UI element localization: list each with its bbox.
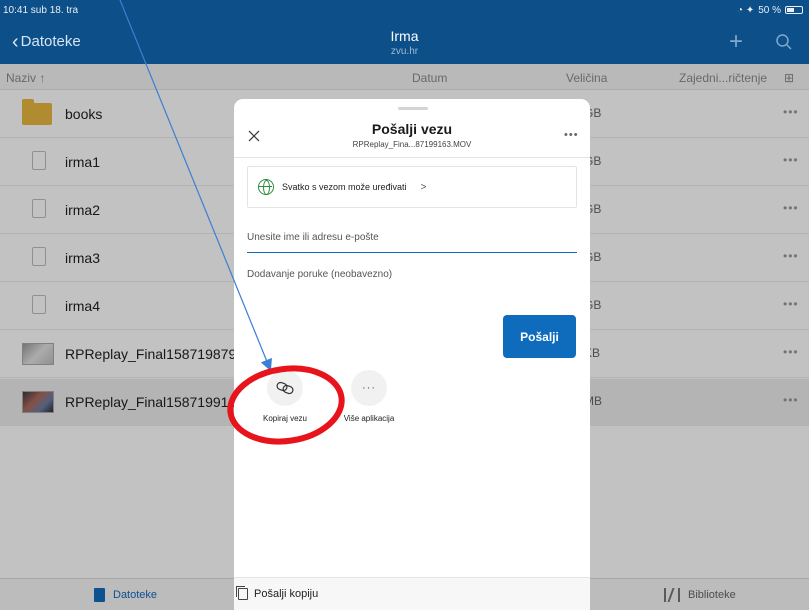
copy-link-button[interactable]: Kopiraj vezu [250,370,320,423]
search-icon[interactable] [775,33,793,51]
message-input[interactable]: Dodavanje poruke (neobavezno) [247,269,577,289]
globe-icon [258,179,274,195]
more-apps-button[interactable]: ··· Više aplikacija [334,370,404,423]
page-subtitle: zvu.hr [390,46,419,57]
wifi-icon: ◔ ✦ [737,4,755,16]
send-button[interactable]: Pošalji [503,315,576,358]
link-icon [267,370,303,406]
navigation-bar: ‹ Datoteke Irma zvu.hr + [0,20,809,64]
divider [234,157,590,158]
sheet-title: Pošalji vezu [371,121,453,137]
status-indicators: ◔ ✦ 50 % [737,5,803,16]
ellipsis-icon: ··· [351,370,387,406]
share-sheet: Pošalji vezu RPReplay_Fina...87199163.MO… [234,99,590,610]
recipient-input[interactable]: Unesite ime ili adresu e-pošte [247,229,577,253]
permission-label: Svatko s vezom može uređivati [282,182,407,192]
battery-label: 50 % [758,4,781,16]
sheet-grabber[interactable] [398,107,428,110]
page-title: Irma [390,28,419,44]
copy-icon [236,586,248,600]
add-icon[interactable]: + [729,28,743,56]
sheet-file-name: RPReplay_Fina...87199163.MOV [352,140,472,149]
status-bar: 10:41 sub 18. tra ◔ ✦ 50 % [0,0,809,20]
link-permission-setting[interactable]: Svatko s vezom može uređivati > [247,166,577,208]
more-apps-label: Više aplikacija [343,414,395,423]
send-copy-button[interactable]: Pošalji kopiju [234,577,590,610]
battery-icon [785,6,803,14]
chevron-right-icon: > [420,181,427,193]
send-copy-label: Pošalji kopiju [254,588,319,600]
status-time-date: 10:41 sub 18. tra [3,4,79,16]
more-options-icon[interactable]: ••• [564,129,579,141]
copy-link-label: Kopiraj vezu [262,414,308,423]
